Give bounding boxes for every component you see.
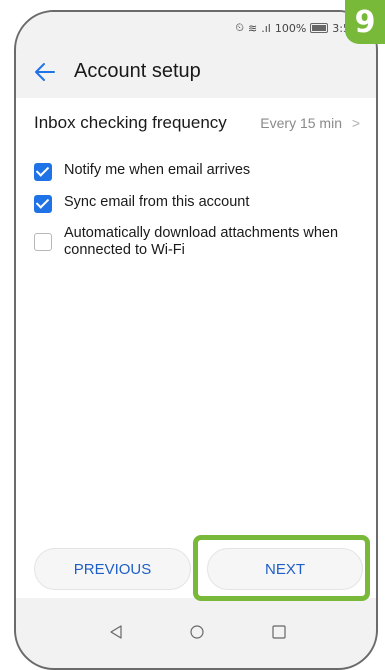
notify-checkbox[interactable]: [34, 163, 52, 181]
page-title: Account setup: [74, 60, 201, 82]
option-sync-row[interactable]: Sync email from this account: [34, 194, 364, 213]
option-attachments-row[interactable]: Automatically download attachments when …: [34, 225, 364, 259]
inbox-frequency-label: Inbox checking frequency: [34, 113, 227, 132]
nav-back-icon[interactable]: [109, 625, 123, 639]
previous-button[interactable]: PREVIOUS: [34, 548, 191, 590]
navigation-bar: [14, 610, 378, 656]
notify-label: Notify me when email arrives: [64, 162, 251, 178]
back-arrow-icon[interactable]: [34, 62, 56, 82]
signal-icon: .ıl: [261, 21, 271, 35]
chevron-right-icon: >: [351, 115, 360, 131]
nav-recent-icon[interactable]: [272, 625, 286, 639]
wifi-icon: ≋: [248, 21, 258, 35]
inbox-frequency-value: Every 15 min: [260, 115, 342, 131]
option-notify-row[interactable]: Notify me when email arrives: [34, 162, 364, 181]
settings-content: Inbox checking frequency Every 15 min > …: [16, 98, 376, 598]
sync-label: Sync email from this account: [64, 194, 250, 210]
step-badge: 9: [345, 0, 385, 44]
status-bar: ⏲ ≋ .ıl 100% 3:5: [16, 12, 376, 46]
battery-icon: [310, 23, 329, 33]
app-bar: Account setup: [16, 46, 376, 98]
status-icons: ⏲ ≋ .ıl 100% 3:5: [235, 21, 350, 35]
alarm-icon: ⏲: [235, 21, 245, 34]
attachments-checkbox[interactable]: [34, 233, 52, 251]
battery-percent: 100%: [274, 21, 307, 35]
next-button-highlight: [193, 535, 370, 601]
inbox-frequency-row[interactable]: Inbox checking frequency Every 15 min >: [16, 98, 376, 148]
sync-checkbox[interactable]: [34, 195, 52, 213]
nav-home-icon[interactable]: [190, 625, 204, 639]
attachments-label: Automatically download attachments when …: [64, 225, 339, 258]
